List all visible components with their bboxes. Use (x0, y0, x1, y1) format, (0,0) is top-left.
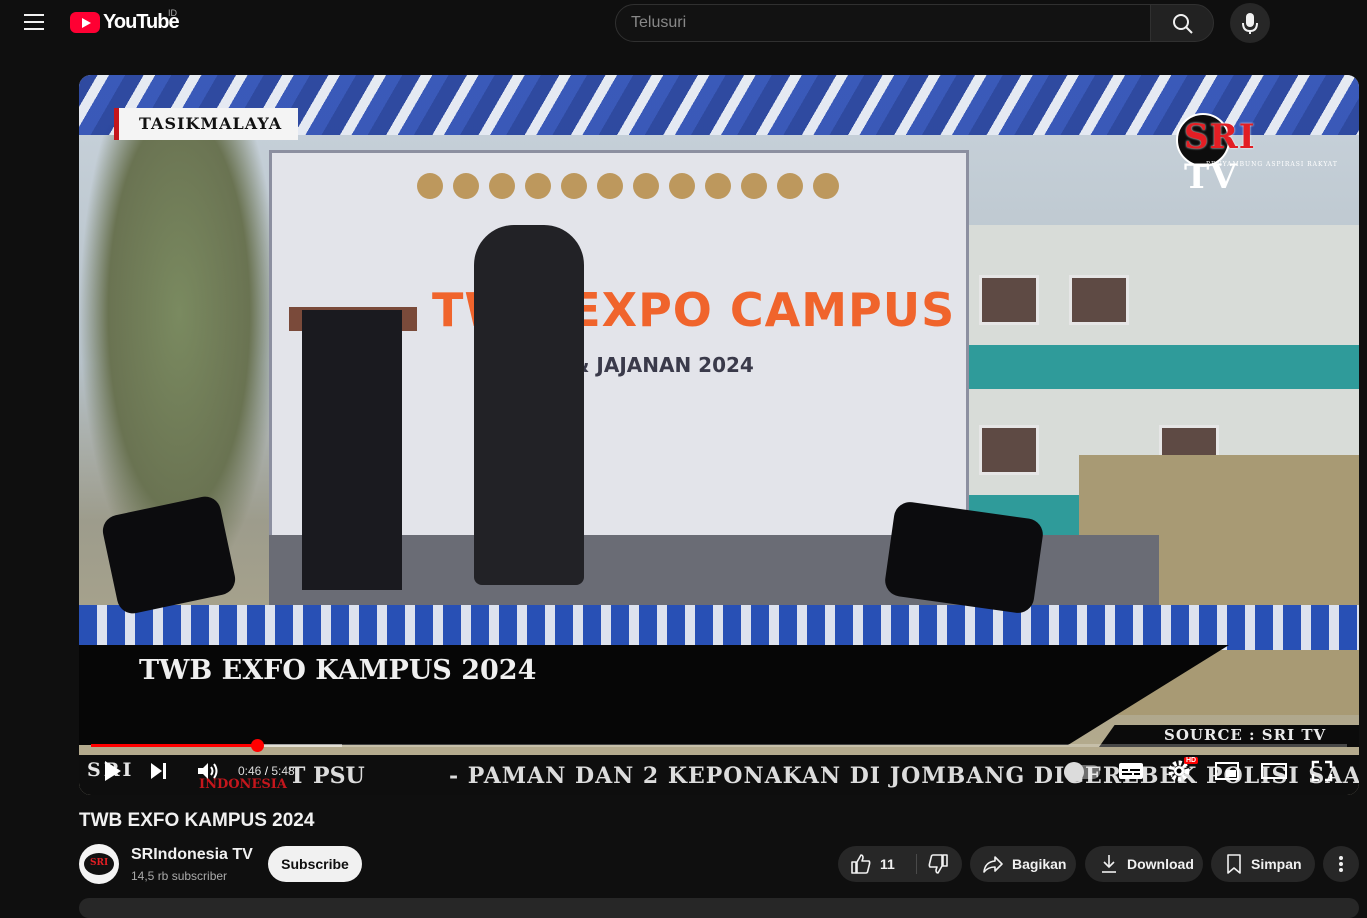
search-icon (1173, 14, 1193, 34)
more-actions-button[interactable] (1323, 846, 1359, 882)
scrubber-handle[interactable] (250, 739, 264, 752)
thumbs-up-icon (851, 854, 871, 874)
download-label: Download (1127, 856, 1194, 872)
subscribe-button[interactable]: Subscribe (268, 846, 362, 882)
podium (302, 310, 402, 590)
stage-skirt (79, 605, 1359, 650)
microphone-icon (1242, 13, 1258, 34)
save-label: Simpan (1251, 856, 1302, 872)
ticker-left-text: T PSU (289, 763, 365, 789)
channel-watermark-logo: SRI TV PENYAMBUNG ASPIRASI RAKYAT (1176, 113, 1337, 197)
watermark-tagline: PENYAMBUNG ASPIRASI RAKYAT (1206, 161, 1338, 168)
share-button[interactable]: Bagikan (970, 846, 1076, 882)
miniplayer-icon[interactable] (1214, 759, 1240, 783)
subtitles-icon[interactable] (1118, 759, 1144, 783)
youtube-play-logo-icon (70, 12, 100, 33)
time-display: 0:46 / 5:48 (238, 764, 295, 778)
next-video-icon[interactable] (150, 759, 168, 783)
autoplay-toggle[interactable] (1064, 762, 1100, 782)
duration: 5:48 (271, 764, 295, 778)
channel-avatar[interactable] (79, 844, 119, 884)
theater-mode-icon[interactable] (1260, 759, 1288, 783)
voice-search-button[interactable] (1230, 3, 1270, 43)
like-dislike-group: 11 (838, 846, 962, 882)
download-icon (1102, 855, 1116, 873)
thumbs-down-icon (928, 854, 948, 874)
play-icon[interactable] (104, 759, 122, 783)
dislike-button[interactable] (917, 846, 962, 882)
video-player[interactable]: TWB EXPO CAMPUS & JAJANAN 2024 TASIKMALA… (79, 75, 1359, 795)
share-arrow-icon (983, 856, 1003, 873)
progress-bar[interactable] (91, 739, 1347, 752)
hd-badge: HD (1184, 757, 1199, 764)
save-button[interactable]: Simpan (1211, 846, 1315, 882)
progress-played (91, 744, 257, 747)
download-button[interactable]: Download (1085, 846, 1203, 882)
country-code: ID (168, 8, 177, 18)
description-box[interactable] (79, 898, 1359, 918)
search-input[interactable] (616, 5, 1150, 41)
bookmark-icon (1227, 854, 1241, 874)
source-text: SOURCE : SRI TV (1164, 726, 1327, 744)
fullscreen-icon[interactable] (1311, 759, 1333, 783)
masthead: YouTube ID (0, 0, 1367, 46)
search-box (615, 4, 1151, 42)
sponsor-logos (417, 173, 839, 199)
like-button[interactable]: 11 (838, 846, 916, 882)
share-label: Bagikan (1012, 856, 1067, 872)
banner-subtitle: & JAJANAN 2024 (572, 353, 754, 377)
location-tag: TASIKMALAYA (114, 108, 299, 140)
search-button[interactable] (1150, 4, 1214, 42)
channel-name[interactable]: SRIndonesia TV (131, 846, 253, 864)
lower-third-title: TWB EXFO KAMPUS 2024 (139, 655, 537, 686)
video-title: TWB EXFO KAMPUS 2024 (79, 810, 315, 831)
menu-icon[interactable] (24, 14, 44, 30)
volume-icon[interactable] (196, 759, 220, 783)
youtube-logo[interactable]: YouTube (70, 11, 180, 34)
current-time: 0:46 (238, 764, 262, 778)
speaker-person (474, 225, 584, 585)
like-count: 11 (880, 856, 895, 872)
watermark-sri: SRI (1184, 117, 1256, 157)
subscriber-count: 14,5 rb subscriber (131, 869, 228, 883)
